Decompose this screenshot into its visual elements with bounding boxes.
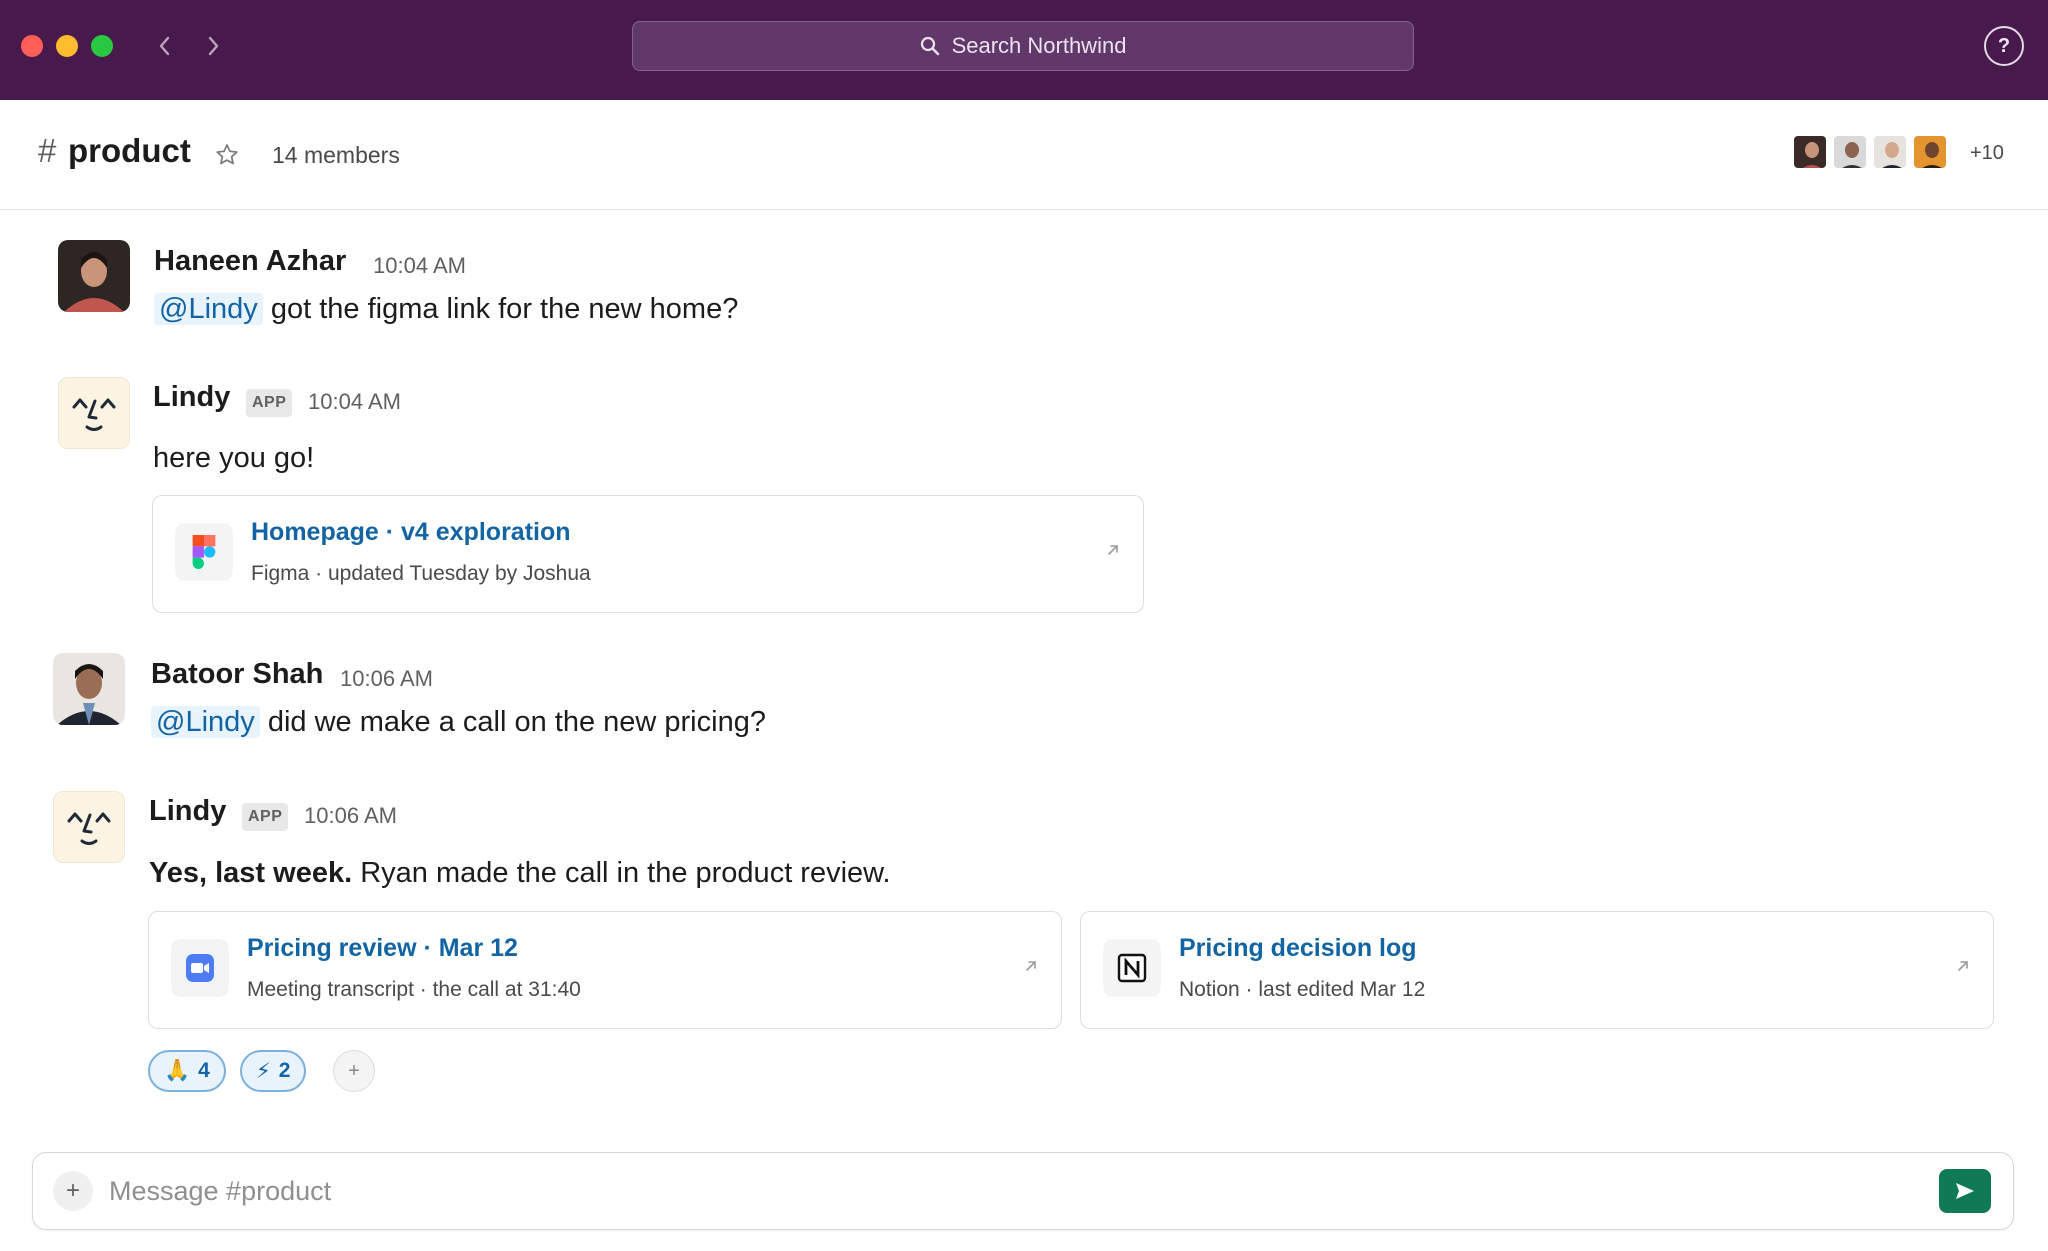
channel-hash: # [38,132,57,169]
channel-header: # product 14 members +10 [0,100,2048,210]
notion-icon [1103,939,1161,997]
attach-plus-button[interactable]: + [53,1171,93,1211]
chevron-left-icon [159,36,170,56]
reaction-count: 2 [278,1059,291,1082]
timestamp[interactable]: 10:06 AM [304,803,397,829]
send-button[interactable] [1939,1169,1991,1213]
sender-name[interactable]: Lindy [153,381,230,414]
external-link-icon[interactable] [1953,956,1973,976]
card-title[interactable]: Homepage · v4 exploration [251,518,571,547]
sender-name[interactable]: Lindy [149,795,226,828]
message-input[interactable] [109,1167,1889,1215]
pray-emoji-icon: 🙏 [164,1059,191,1082]
channel-name[interactable]: product [68,132,191,170]
forward-button[interactable] [198,30,230,62]
figma-icon [175,523,233,581]
search-bar[interactable]: Search Northwind [632,21,1414,71]
avatar[interactable] [53,653,125,725]
title-bar: Search Northwind ? [0,0,2048,100]
reaction-zap[interactable]: ⚡ 2 [240,1050,307,1092]
card-title[interactable]: Pricing decision log [1179,934,1417,963]
message-body: got the figma link for the new home? [270,293,739,325]
bot-avatar[interactable] [53,791,125,863]
star-icon[interactable] [214,142,240,168]
reaction-pray[interactable]: 🙏 4 [148,1050,226,1092]
card-subtitle: Meeting transcript · the call at 31:40 [247,978,581,1001]
more-members-count[interactable]: +10 [1970,142,2004,165]
zap-emoji-icon: ⚡ [256,1059,271,1083]
message-body: Ryan made the call in the product review… [360,857,891,889]
message-composer: + [32,1152,2014,1230]
close-window-button[interactable] [21,35,43,57]
search-placeholder: Search Northwind [951,33,1127,58]
message-text: @Lindy got the figma link for the new ho… [154,293,738,326]
card-title[interactable]: Pricing review · Mar 12 [247,934,518,963]
app-badge: APP [246,389,293,417]
link-card[interactable]: Pricing review · Mar 12 Meeting transcri… [148,911,1062,1029]
member-avatar [1872,134,1908,170]
timestamp[interactable]: 10:04 AM [373,253,466,279]
avatar[interactable] [58,240,130,312]
sender-name[interactable]: Batoor Shah [151,658,323,691]
message-body: did we make a call on the new pricing? [267,706,766,738]
message-body: here you go! [153,442,315,474]
back-button[interactable] [148,30,180,62]
lindy-face-icon [67,812,111,845]
timestamp[interactable]: 10:06 AM [340,666,433,692]
card-subtitle: Notion · last edited Mar 12 [1179,978,1426,1001]
member-avatar [1792,134,1828,170]
lindy-face-icon [72,398,116,431]
member-avatars[interactable] [1792,134,1948,170]
message-bold: Yes, last week. [149,857,353,889]
member-avatar [1912,134,1948,170]
send-icon [1956,1183,1974,1199]
card-subtitle: Figma · updated Tuesday by Joshua [251,562,591,585]
external-link-icon[interactable] [1103,540,1123,560]
sender-name[interactable]: Haneen Azhar [154,245,346,278]
minimize-window-button[interactable] [56,35,78,57]
member-avatar [1832,134,1868,170]
search-icon [920,36,939,56]
video-camera-icon [171,939,229,997]
timestamp[interactable]: 10:04 AM [308,389,401,415]
mention[interactable]: @Lindy [154,293,263,325]
bot-avatar[interactable] [58,377,130,449]
link-card[interactable]: Pricing decision log Notion · last edite… [1080,911,1994,1029]
reaction-count: 4 [198,1059,210,1082]
add-reaction-button[interactable]: + [333,1050,375,1092]
message-text: @Lindy did we make a call on the new pri… [151,706,766,739]
app-badge: APP [242,803,289,831]
members-count[interactable]: 14 members [272,142,400,169]
help-button[interactable]: ? [1984,26,2024,66]
chevron-right-icon [208,36,219,56]
link-card[interactable]: Homepage · v4 exploration Figma · update… [152,495,1144,613]
zoom-window-button[interactable] [91,35,113,57]
external-link-icon[interactable] [1021,956,1041,976]
mention[interactable]: @Lindy [151,706,260,738]
message-text: Yes, last week. Ryan made the call in th… [149,857,891,890]
